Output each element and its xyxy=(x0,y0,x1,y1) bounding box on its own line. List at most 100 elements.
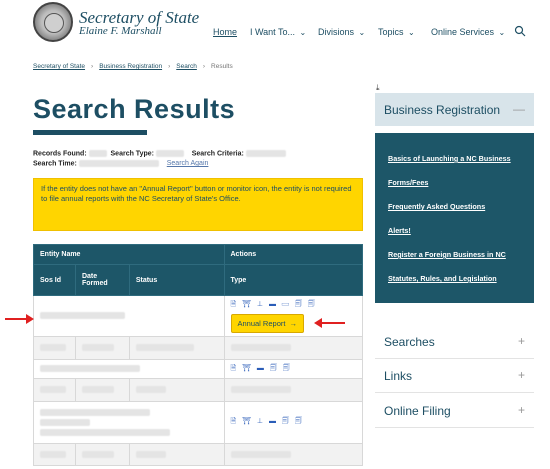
nav-home-label: Home xyxy=(213,27,238,37)
site-header: Secretary of State Elaine F. Marshall Ho… xyxy=(0,0,550,60)
search-time-label: Search Time: xyxy=(33,160,77,168)
sos-id-value xyxy=(40,386,66,394)
accordion-label: Searches xyxy=(384,335,435,349)
nav-i-want-to[interactable]: I Want To... ⌄ xyxy=(250,27,306,37)
search-again-link[interactable]: Search Again xyxy=(167,160,209,167)
expand-icon[interactable]: + xyxy=(518,334,525,348)
sos-id-value xyxy=(40,450,66,458)
accordion-searches[interactable]: Searches + xyxy=(375,325,534,359)
type-cell xyxy=(223,378,363,402)
action-icons[interactable]: 🗎 ⛩ ▬ 🗐 🗐 xyxy=(231,364,357,375)
action-icons[interactable]: 🗎 ⛩ ⊥ ▬ 🗐 🗐 xyxy=(231,417,357,428)
sos-id-value xyxy=(40,344,66,352)
red-arrow-left-icon xyxy=(314,318,345,328)
status-cell xyxy=(128,443,225,466)
annual-report-label: Annual Report xyxy=(237,318,286,328)
records-found-value xyxy=(88,150,107,157)
chevron-down-icon: ⌄ xyxy=(498,28,506,37)
org-subtitle: Elaine F. Marshall xyxy=(79,25,162,37)
sos-id-cell xyxy=(33,378,76,402)
type-value xyxy=(230,344,291,352)
nav-online-services-label: Online Services xyxy=(431,27,495,37)
header-actions: Actions xyxy=(223,244,363,265)
collapse-icon[interactable]: — xyxy=(513,102,525,116)
entity-name-cell[interactable] xyxy=(33,295,225,337)
header-type: Type xyxy=(223,264,363,296)
search-time-value xyxy=(78,160,159,167)
table-row: 🗎 ⛩ ▬ 🗐 🗐 xyxy=(33,359,363,379)
expand-icon[interactable]: + xyxy=(518,403,525,417)
sidebar-link-alerts[interactable]: Alerts! xyxy=(388,226,411,235)
results-table: Entity Name Actions Sos Id Date Formed S… xyxy=(33,244,363,466)
nav-i-want-to-label: I Want To... xyxy=(250,27,296,37)
header-date-formed: Date Formed xyxy=(74,264,130,296)
date-formed-cell xyxy=(74,443,130,466)
breadcrumb-results: Results xyxy=(211,63,233,70)
header-status: Status xyxy=(128,264,225,296)
search-icon[interactable] xyxy=(514,25,526,37)
annual-report-button[interactable]: Annual Report → xyxy=(230,313,304,333)
status-cell xyxy=(128,378,225,402)
nav-divisions[interactable]: Divisions ⌄ xyxy=(318,27,365,37)
breadcrumb-search[interactable]: Search xyxy=(176,63,197,70)
actions-cell: 🗎 ⛩ ▬ 🗐 🗐 xyxy=(223,359,363,379)
expand-icon[interactable]: + xyxy=(518,368,525,382)
sidebar-link-foreign-business[interactable]: Register a Foreign Business in NC xyxy=(388,250,506,259)
table-row xyxy=(33,378,363,402)
sidebar-link-forms-fees[interactable]: Forms/Fees xyxy=(388,178,428,187)
entity-name-value xyxy=(40,429,170,436)
business-registration-panel-header[interactable]: Business Registration — xyxy=(375,93,534,126)
search-criteria-label: Search Criteria: xyxy=(191,150,244,158)
status-value xyxy=(135,344,194,352)
breadcrumb: Secretary of State › Business Registration… xyxy=(33,63,233,70)
accordion-links[interactable]: Links + xyxy=(375,359,534,393)
page-title: Search Results xyxy=(33,94,236,124)
action-icons[interactable]: 🗎 ⛩ ⊥ ▬ ▭ 🗐 🗐 xyxy=(231,300,357,311)
actions-cell: 🗎 ⛩ ⊥ ▬ 🗐 🗐 xyxy=(223,401,363,444)
actions-cell: 🗎 ⛩ ⊥ ▬ ▭ 🗐 🗐 Annual Report → xyxy=(223,295,363,337)
table-row: 🗎 ⛩ ⊥ ▬ 🗐 🗐 xyxy=(33,401,363,444)
breadcrumb-secretary-of-state[interactable]: Secretary of State xyxy=(33,63,85,70)
status-cell xyxy=(128,336,225,360)
search-criteria-value xyxy=(245,150,286,157)
status-value xyxy=(135,450,166,458)
table-row xyxy=(33,443,363,466)
entity-name-value[interactable] xyxy=(40,409,150,416)
sos-id-cell xyxy=(33,443,76,466)
title-underline xyxy=(33,130,147,135)
download-icon[interactable]: ⤓ xyxy=(376,83,380,93)
state-seal-logo[interactable] xyxy=(33,2,73,42)
type-value xyxy=(230,386,291,394)
business-registration-panel: Basics of Launching a NC Business Forms/… xyxy=(375,133,534,303)
sidebar-link-faq[interactable]: Frequently Asked Questions xyxy=(388,202,485,211)
panel-title: Business Registration xyxy=(384,103,501,117)
search-type-value xyxy=(155,150,184,157)
org-name[interactable]: Secretary of State xyxy=(79,9,199,26)
status-value xyxy=(135,386,166,394)
nav-home[interactable]: Home xyxy=(213,27,237,37)
date-formed-value xyxy=(81,450,114,458)
entity-name-cell[interactable] xyxy=(33,401,225,444)
annual-report-notice: If the entity does not have an "Annual R… xyxy=(33,178,363,231)
accordion-label: Online Filing xyxy=(384,404,451,418)
records-found-label: Records Found: xyxy=(33,150,87,158)
header-sos-id: Sos Id xyxy=(33,264,76,296)
entity-name-value[interactable] xyxy=(40,312,125,320)
accordion-label: Links xyxy=(384,369,413,383)
nav-topics-label: Topics xyxy=(378,27,404,37)
entity-name-cell[interactable] xyxy=(33,359,225,379)
breadcrumb-business-registration[interactable]: Business Registration xyxy=(99,63,162,70)
arrow-right-icon: → xyxy=(289,318,297,328)
date-formed-value xyxy=(81,386,114,394)
chevron-down-icon: ⌄ xyxy=(299,28,307,37)
entity-name-value[interactable] xyxy=(40,365,140,373)
date-formed-value xyxy=(81,344,114,352)
sidebar-link-statutes[interactable]: Statutes, Rules, and Legislation xyxy=(388,274,497,283)
red-arrow-right-icon xyxy=(5,314,34,324)
accordion-online-filing[interactable]: Online Filing + xyxy=(375,394,534,428)
sidebar-link-basics[interactable]: Basics of Launching a NC Business xyxy=(388,154,511,163)
nav-topics[interactable]: Topics ⌄ xyxy=(378,27,415,37)
nav-online-services[interactable]: Online Services ⌄ xyxy=(431,27,505,37)
search-meta-line-2: Search Time: Search Again xyxy=(33,160,208,167)
type-cell xyxy=(223,336,363,360)
